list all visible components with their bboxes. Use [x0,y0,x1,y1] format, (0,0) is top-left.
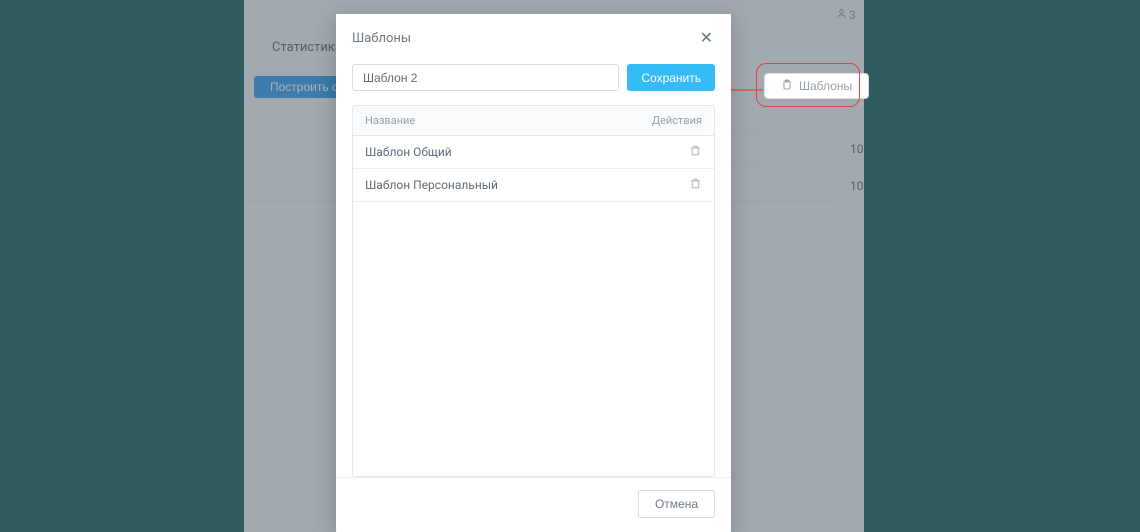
table-row[interactable]: Шаблон Общий [353,136,714,169]
cancel-button[interactable]: Отмена [638,490,715,518]
template-name-input[interactable] [352,64,619,91]
template-row-name: Шаблон Персональный [365,178,642,192]
delete-button[interactable] [689,144,702,160]
template-row-name: Шаблон Общий [365,145,642,159]
input-row: Сохранить [352,64,715,91]
trash-icon [689,177,702,193]
templates-button[interactable]: Шаблоны [764,73,869,99]
save-button[interactable]: Сохранить [627,64,715,91]
close-icon: ✕ [700,30,713,47]
modal-overlay-left [244,0,336,532]
modal-body: Сохранить Название Действия Шаблон Общий… [336,58,731,477]
table-row[interactable]: Шаблон Персональный [353,169,714,202]
templates-modal: Шаблоны ✕ Сохранить Название Действия Ша… [336,14,731,532]
delete-button[interactable] [689,177,702,193]
templates-table: Название Действия Шаблон Общий Шаблон Пе… [352,105,715,477]
header-actions: Действия [642,114,702,127]
trash-icon [689,144,702,160]
modal-header: Шаблоны ✕ [336,14,731,58]
modal-footer: Отмена [336,477,731,532]
modal-overlay-top [336,0,731,14]
templates-button-label: Шаблоны [799,79,852,93]
table-header: Название Действия [353,106,714,136]
header-name: Название [365,114,642,127]
modal-title: Шаблоны [352,31,411,46]
clipboard-icon [781,79,793,94]
close-button[interactable]: ✕ [698,28,715,48]
